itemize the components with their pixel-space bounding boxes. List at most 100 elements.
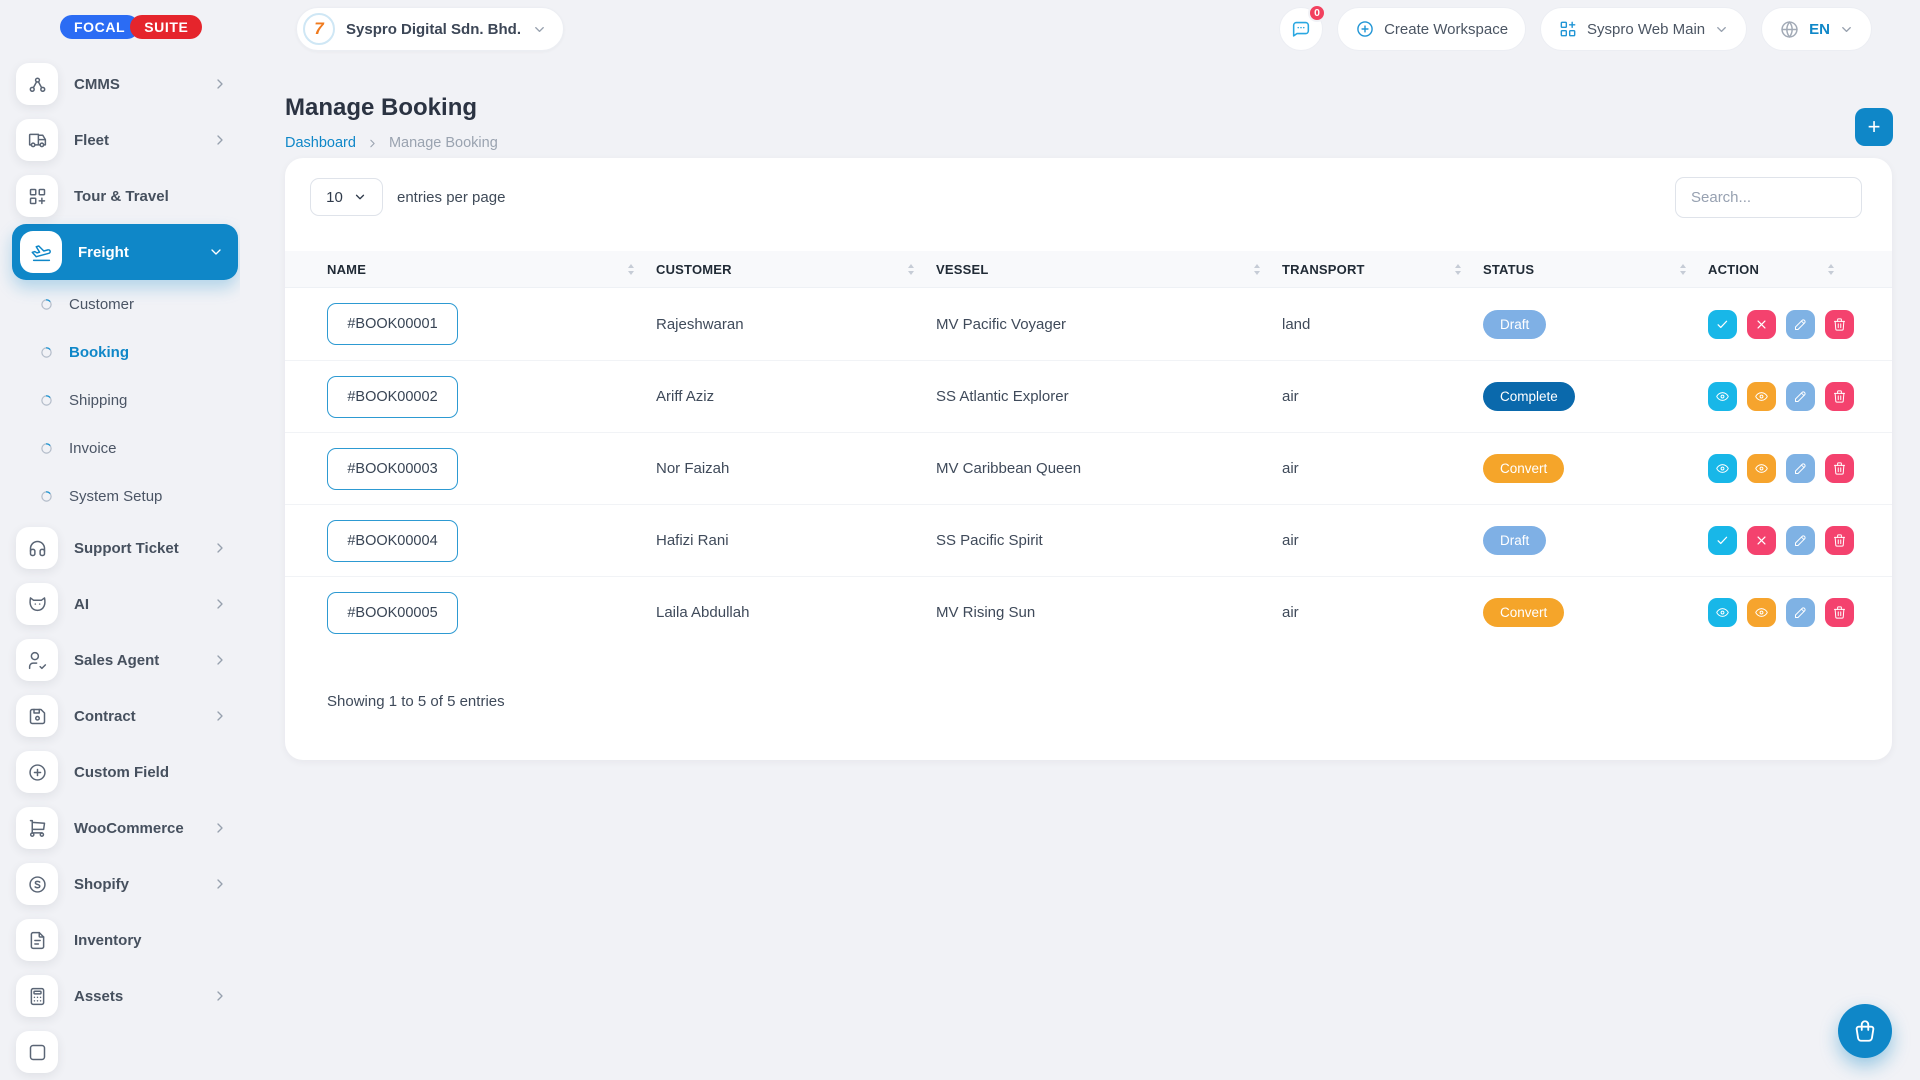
sidebar-item-customer[interactable]: Customer [0, 280, 240, 328]
entries-per-page-select[interactable]: 10 [310, 178, 383, 216]
sidebar-item-ai[interactable]: AI [0, 576, 240, 632]
edit-button[interactable] [1786, 598, 1815, 627]
loader-icon [38, 440, 55, 457]
column-header-transport[interactable]: TRANSPORT [1282, 262, 1483, 277]
column-header-name[interactable]: NAME [327, 262, 656, 277]
loader-icon [38, 488, 55, 505]
sidebar-item-invoice[interactable]: Invoice [0, 424, 240, 472]
check-button[interactable] [1708, 526, 1737, 555]
vessel-cell: MV Rising Sun [936, 604, 1282, 621]
table-row: #BOOK00005Laila AbdullahMV Rising Sunair… [285, 576, 1892, 648]
view-alt-button[interactable] [1747, 454, 1776, 483]
sidebar-item-tour-travel[interactable]: Tour & Travel [0, 168, 240, 224]
breadcrumb-dashboard-link[interactable]: Dashboard [285, 135, 356, 151]
loader-icon [38, 296, 55, 313]
column-header-status[interactable]: STATUS [1483, 262, 1708, 277]
sidebar-item-item[interactable] [0, 1024, 240, 1080]
sidebar-item-freight[interactable]: Freight [12, 224, 238, 280]
close-button[interactable] [1747, 310, 1776, 339]
edit-button[interactable] [1786, 454, 1815, 483]
cmms-icon [16, 63, 58, 105]
logo-suite: SUITE [130, 15, 202, 39]
sidebar-item-woocommerce[interactable]: WooCommerce [0, 800, 240, 856]
edit-button[interactable] [1786, 310, 1815, 339]
sidebar-item-cmms[interactable]: CMMS [0, 56, 240, 112]
view-alt-button[interactable] [1747, 598, 1776, 627]
sidebar-item-fleet[interactable]: Fleet [0, 112, 240, 168]
view-button[interactable] [1708, 382, 1737, 411]
sidebar-item-custom-field[interactable]: Custom Field [0, 744, 240, 800]
sidebar-item-label: Tour & Travel [74, 188, 228, 205]
row-actions [1708, 382, 1856, 411]
custom-field-icon [16, 751, 58, 793]
search-input[interactable] [1675, 177, 1862, 218]
fleet-icon [16, 119, 58, 161]
booking-id-button[interactable]: #BOOK00003 [327, 448, 458, 490]
view-alt-button[interactable] [1747, 382, 1776, 411]
view-button[interactable] [1708, 454, 1737, 483]
floating-cart-button[interactable] [1838, 1004, 1892, 1058]
column-header-customer[interactable]: CUSTOMER [656, 262, 936, 277]
ai-icon [16, 583, 58, 625]
create-workspace-label: Create Workspace [1384, 21, 1508, 38]
loader-icon [38, 392, 55, 409]
language-selector[interactable]: EN [1761, 7, 1872, 51]
chevron-right-icon [212, 652, 228, 668]
sidebar-item-contract[interactable]: Contract [0, 688, 240, 744]
column-header-vessel[interactable]: VESSEL [936, 262, 1282, 277]
sort-icon [1828, 264, 1834, 275]
plus-circle-icon [1355, 19, 1375, 39]
delete-button[interactable] [1825, 310, 1854, 339]
customer-cell: Hafizi Rani [656, 532, 936, 549]
sidebar-item-label: AI [74, 596, 196, 613]
delete-button[interactable] [1825, 598, 1854, 627]
column-header-action[interactable]: ACTION [1708, 262, 1856, 277]
booking-id-button[interactable]: #BOOK00002 [327, 376, 458, 418]
view-button[interactable] [1708, 598, 1737, 627]
sidebar-item-label: System Setup [69, 488, 240, 505]
company-selector[interactable]: 7 Syspro Digital Sdn. Bhd. [296, 7, 564, 51]
booking-id-button[interactable]: #BOOK00001 [327, 303, 458, 345]
sidebar-item-sales-agent[interactable]: Sales Agent [0, 632, 240, 688]
sidebar-item-shopify[interactable]: Shopify [0, 856, 240, 912]
sidebar-item-assets[interactable]: Assets [0, 968, 240, 1024]
sort-icon [628, 264, 634, 275]
breadcrumb-current: Manage Booking [389, 135, 498, 151]
vessel-cell: SS Atlantic Explorer [936, 388, 1282, 405]
sidebar-item-label: Freight [78, 244, 192, 261]
sidebar-item-label: Shipping [69, 392, 240, 409]
edit-button[interactable] [1786, 526, 1815, 555]
hidden-icon [16, 1031, 58, 1073]
booking-id-button[interactable]: #BOOK00004 [327, 520, 458, 562]
vessel-cell: MV Caribbean Queen [936, 460, 1282, 477]
customer-cell: Laila Abdullah [656, 604, 936, 621]
delete-button[interactable] [1825, 526, 1854, 555]
delete-button[interactable] [1825, 382, 1854, 411]
shopping-bag-icon [1852, 1018, 1878, 1044]
sort-icon [1455, 264, 1461, 275]
sidebar-item-booking[interactable]: Booking [0, 328, 240, 376]
edit-button[interactable] [1786, 382, 1815, 411]
workspace-selector[interactable]: Syspro Web Main [1540, 7, 1747, 51]
sidebar-item-system-setup[interactable]: System Setup [0, 472, 240, 520]
status-badge: Draft [1483, 310, 1546, 339]
row-actions [1708, 454, 1856, 483]
sidebar-item-label: Customer [69, 296, 240, 313]
sidebar-item-inventory[interactable]: Inventory [0, 912, 240, 968]
table-row: #BOOK00001RajeshwaranMV Pacific Voyagerl… [285, 288, 1892, 360]
close-button[interactable] [1747, 526, 1776, 555]
booking-id-button[interactable]: #BOOK00005 [327, 592, 458, 634]
chat-button[interactable]: 0 [1279, 7, 1323, 51]
sidebar-item-label: Inventory [74, 932, 228, 949]
row-actions [1708, 310, 1856, 339]
check-button[interactable] [1708, 310, 1737, 339]
table-body: #BOOK00001RajeshwaranMV Pacific Voyagerl… [285, 288, 1892, 648]
language-label: EN [1809, 21, 1830, 38]
sidebar-item-shipping[interactable]: Shipping [0, 376, 240, 424]
delete-button[interactable] [1825, 454, 1854, 483]
sidebar-item-label: Sales Agent [74, 652, 196, 669]
chevron-down-icon [353, 190, 367, 204]
create-workspace-button[interactable]: Create Workspace [1337, 7, 1526, 51]
status-badge: Convert [1483, 454, 1564, 483]
sidebar-item-support-ticket[interactable]: Support Ticket [0, 520, 240, 576]
